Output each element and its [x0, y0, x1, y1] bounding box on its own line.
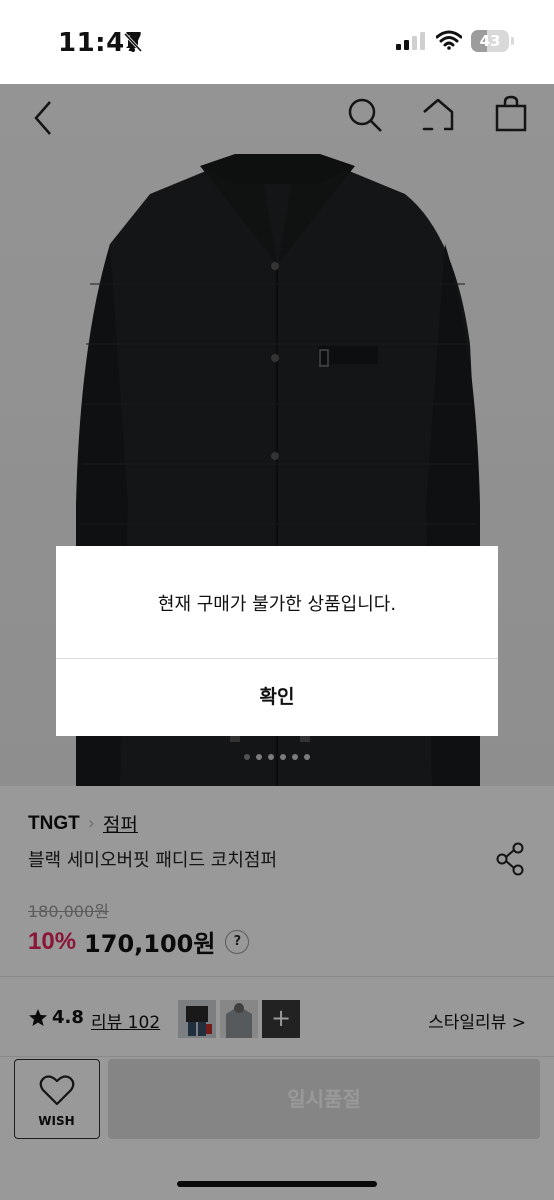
battery-tip: [511, 37, 514, 45]
dialog-message: 현재 구매가 불가한 상품입니다.: [157, 594, 397, 615]
alert-dialog: 현재 구매가 불가한 상품입니다. 확인: [56, 546, 498, 736]
status-bar: 11:47 43: [0, 0, 554, 84]
signal-icon: [396, 32, 425, 50]
bell-muted-icon: [123, 32, 143, 53]
battery-indicator: 43: [471, 30, 509, 52]
battery-level: 43: [479, 32, 501, 50]
wifi-icon: [436, 30, 462, 50]
confirm-button[interactable]: 확인: [56, 659, 498, 736]
